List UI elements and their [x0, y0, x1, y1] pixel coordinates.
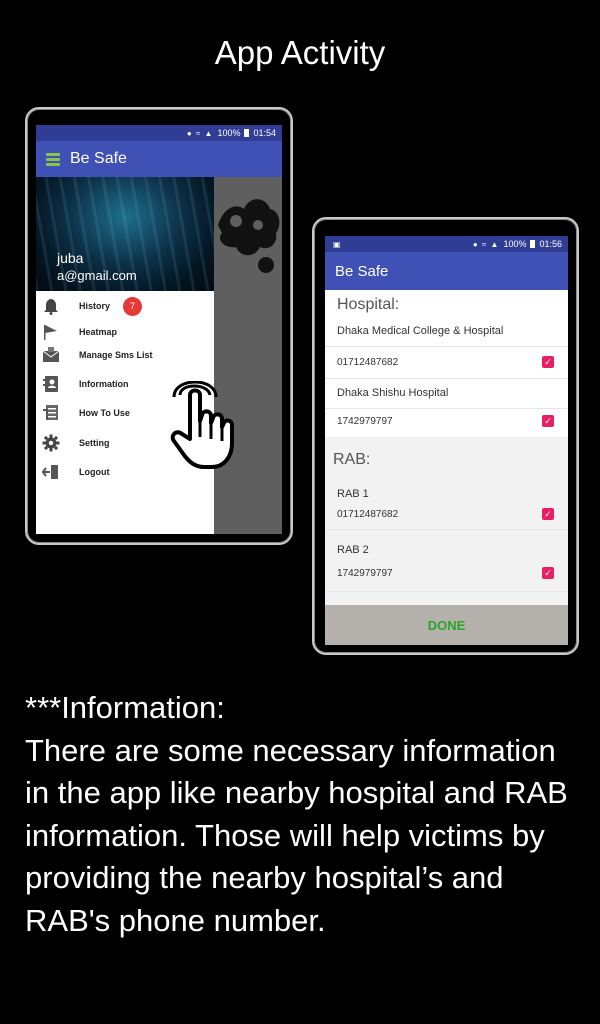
rab-2-checkbox[interactable]: ✓: [542, 567, 554, 579]
hospital-phone: 01712487682: [337, 357, 399, 368]
battery-icon: [530, 240, 536, 248]
contacts-list: Hospital: Dhaka Medical College & Hospit…: [325, 291, 568, 607]
menu-item-label: Logout: [79, 467, 110, 477]
divider: [325, 378, 568, 379]
divider: [325, 408, 568, 409]
history-count-badge: 7: [123, 296, 142, 316]
app-bar: Be Safe: [36, 141, 282, 177]
user-name: juba: [57, 250, 84, 266]
status-bar: ▣ ● ≈ ▲ 100% 01:56: [325, 236, 568, 252]
menu-item-heatmap[interactable]: Heatmap: [36, 320, 214, 344]
app-title: Be Safe: [335, 262, 389, 280]
hospital-name: Dhaka Medical College & Hospital: [337, 325, 504, 337]
list-help-icon: [42, 404, 60, 422]
hospital-section-title: Hospital:: [337, 296, 400, 313]
hospital-1-checkbox[interactable]: ✓: [542, 356, 554, 368]
menu-item-history[interactable]: History 7: [36, 294, 214, 318]
divider: [325, 591, 568, 592]
description: ***Information: There are some necessary…: [25, 687, 585, 942]
left-phone-screen: ● ≈ ▲ 100% 01:54 Be Safe juba a@gmail.co…: [36, 125, 282, 534]
left-phone-frame: ● ≈ ▲ 100% 01:54 Be Safe juba a@gmail.co…: [25, 107, 293, 545]
done-button[interactable]: DONE: [325, 605, 568, 645]
menu-item-label: Manage Sms List: [79, 350, 153, 360]
rab-name: RAB 2: [337, 544, 369, 556]
clock: 01:56: [539, 239, 562, 249]
page-title: App Activity: [214, 34, 386, 71]
status-icons: ● ≈ ▲: [186, 128, 214, 138]
battery-icon: [244, 129, 250, 137]
pointing-hand-icon: [170, 381, 234, 469]
battery-text: 100%: [217, 128, 241, 138]
menu-item-label: Information: [79, 379, 129, 389]
hamburger-icon[interactable]: [46, 153, 60, 166]
status-icons: ● ≈ ▲: [472, 239, 500, 249]
divider: [325, 529, 568, 530]
right-phone-frame: ▣ ● ≈ ▲ 100% 01:56 Be Safe Hospital: Dha…: [312, 217, 579, 655]
hospital-2-checkbox[interactable]: ✓: [542, 415, 554, 427]
app-bar: Be Safe: [325, 252, 568, 290]
gear-icon: [42, 434, 60, 452]
notification-icon: ▣: [333, 239, 341, 249]
right-phone-screen: ▣ ● ≈ ▲ 100% 01:56 Be Safe Hospital: Dha…: [325, 236, 568, 645]
contacts-book-icon: [42, 375, 60, 393]
rab-section-title: RAB:: [333, 451, 371, 468]
menu-item-label: Setting: [79, 438, 110, 448]
menu-item-label: History: [79, 301, 111, 311]
hospital-name: Dhaka Shishu Hospital: [337, 387, 449, 399]
rab-phone: 1742979797: [337, 568, 393, 579]
status-bar: ● ≈ ▲ 100% 01:54: [36, 125, 282, 141]
description-body: There are some necessary information in …: [25, 732, 568, 938]
rab-1-checkbox[interactable]: ✓: [542, 508, 554, 520]
user-email: a@gmail.com: [57, 268, 137, 283]
hospital-phone: 1742979797: [337, 416, 393, 427]
menu-item-label: Heatmap: [79, 327, 118, 337]
map-pin-icon: [42, 323, 60, 341]
clock: 01:54: [253, 128, 276, 138]
app-title: Be Safe: [70, 150, 127, 167]
rab-name: RAB 1: [337, 488, 369, 500]
mail-icon: [42, 346, 60, 364]
bell-icon: [42, 297, 60, 315]
background-map-icon: [218, 199, 280, 273]
menu-item-label: How To Use: [79, 408, 130, 418]
divider: [325, 346, 568, 347]
battery-text: 100%: [503, 239, 527, 249]
logout-icon: [42, 463, 60, 481]
menu-item-manage-sms[interactable]: Manage Sms List: [36, 343, 214, 367]
rab-phone: 01712487682: [337, 509, 399, 520]
description-heading: ***Information:: [25, 690, 225, 725]
